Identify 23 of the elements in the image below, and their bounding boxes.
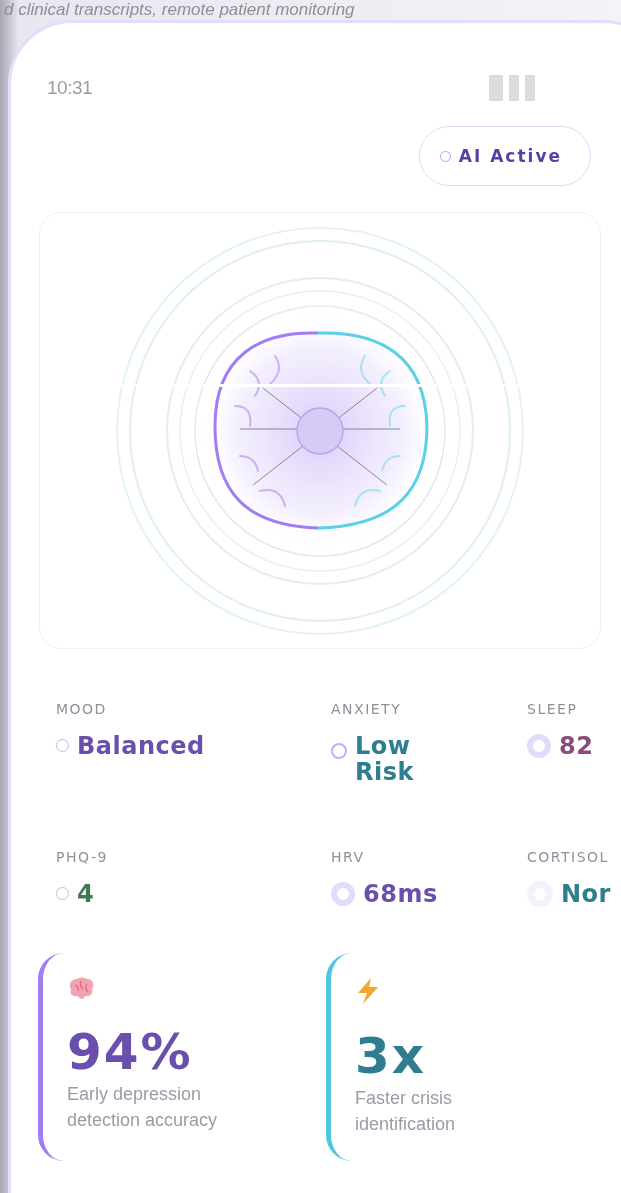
metric-label: SLEEP bbox=[527, 701, 579, 717]
lightning-icon bbox=[355, 977, 381, 1005]
metric-value: Balanced bbox=[77, 733, 205, 759]
metric-label: CORTISOL bbox=[527, 849, 610, 865]
metric-value: 4 bbox=[77, 881, 95, 907]
status-ring-icon bbox=[331, 743, 347, 759]
brain-icon bbox=[67, 977, 95, 1001]
metric-value: Low Risk bbox=[355, 733, 415, 785]
stat-value: 94% bbox=[67, 1023, 193, 1081]
metric-label: ANXIETY bbox=[331, 701, 403, 717]
status-ring-icon bbox=[527, 734, 551, 758]
backdrop-text: d clinical transcripts, remote patient monitoring bbox=[3, 0, 356, 20]
stat-value: 3x bbox=[355, 1027, 427, 1085]
metric-value: 82 bbox=[559, 733, 594, 759]
status-ring-icon bbox=[331, 882, 355, 906]
metric-label: PHQ-9 bbox=[56, 849, 109, 865]
status-time: 10:31 bbox=[47, 77, 93, 99]
stat-caption: Faster crisis identification bbox=[355, 1087, 457, 1136]
stat-caption: Early depression detection accuracy bbox=[67, 1083, 219, 1132]
metric-label: HRV bbox=[331, 849, 366, 865]
metric-value: 68ms bbox=[363, 881, 438, 907]
metric-label: MOOD bbox=[56, 701, 108, 717]
metric-value: Nor bbox=[561, 881, 611, 907]
